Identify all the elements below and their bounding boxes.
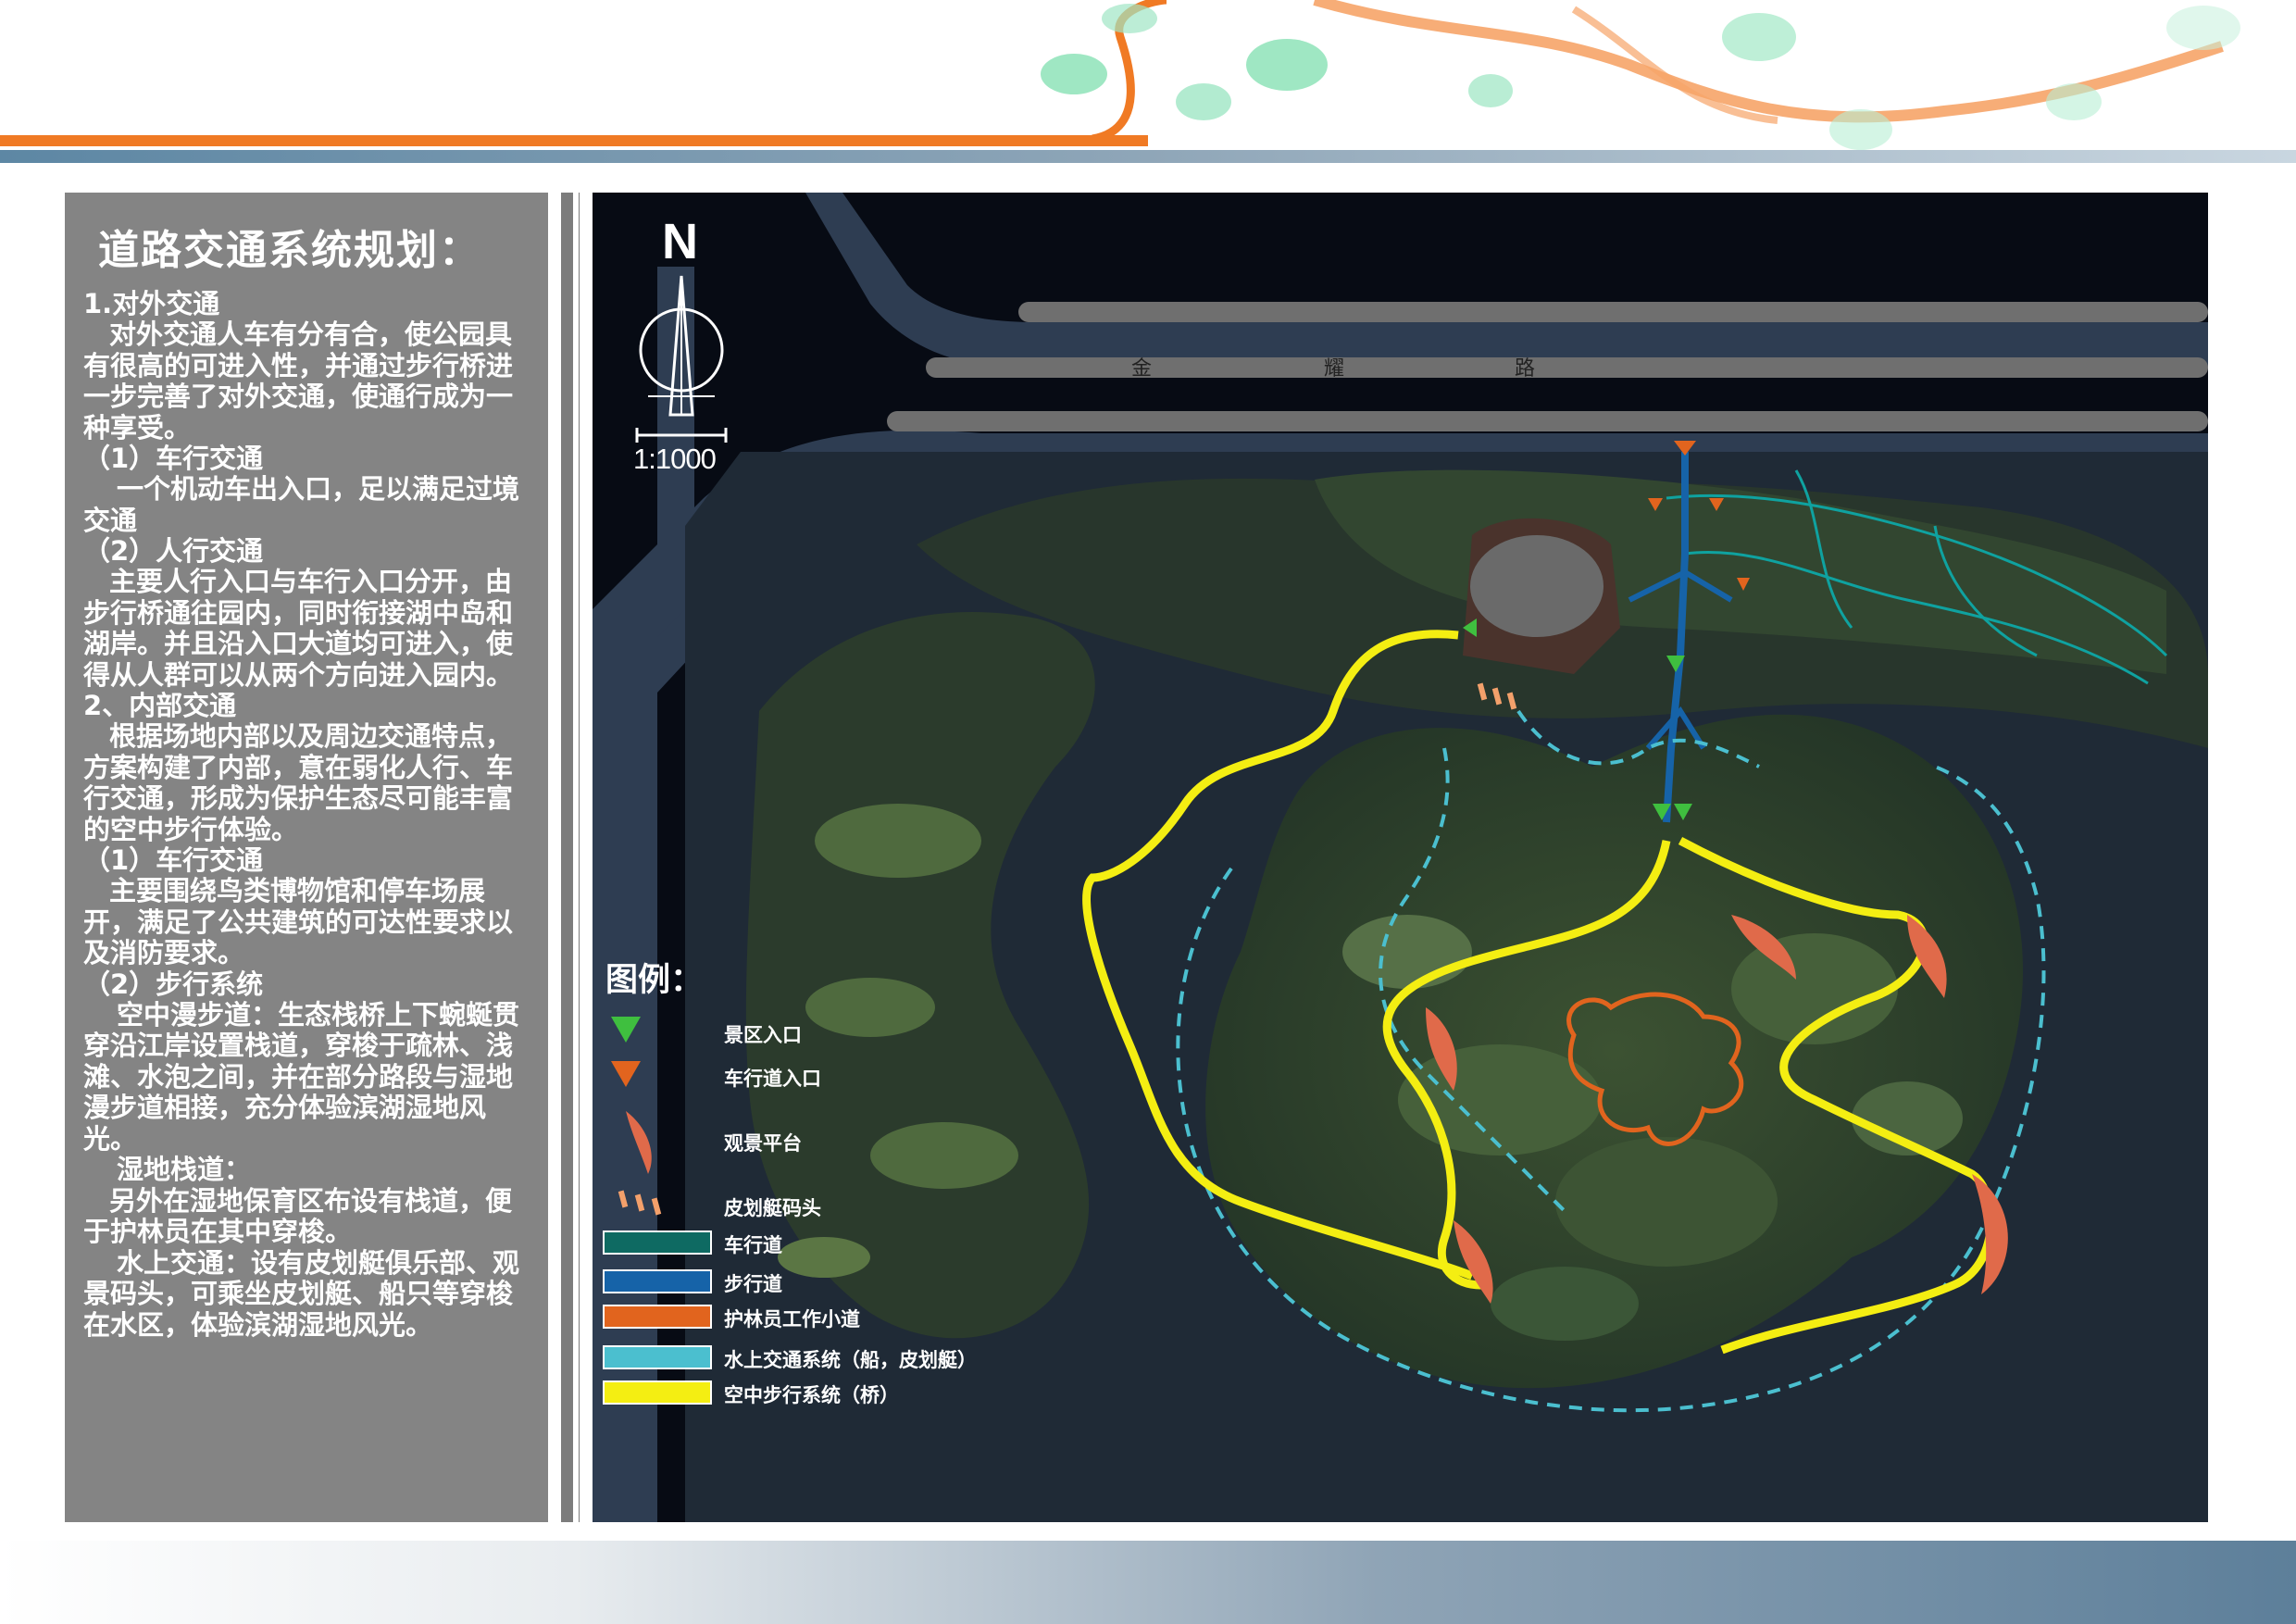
yellow-swatch	[603, 1380, 712, 1405]
paragraph: 湿地栈道：	[117, 1154, 252, 1185]
section-heading: （1）车行交通	[83, 844, 264, 876]
legend-label: 皮划艇码头	[724, 1197, 821, 1219]
paragraph: 对外交通人车有分有合，使公园具有很高的可进入性，并通过步行桥进一步完善了对外交通…	[83, 319, 514, 443]
section-heading: 2、内部交通	[83, 690, 237, 721]
road-name-char: 金	[1131, 357, 1153, 381]
cyan-swatch	[603, 1345, 712, 1369]
traffic-plan-map: N 1:1000 金 耀 路 图例： 景区入口 车行道入口 观景平台 皮划艇码头…	[593, 193, 2208, 1522]
blue-swatch	[603, 1269, 712, 1293]
description-body: 1.对外交通 对外交通人车有分有合，使公园具有很高的可进入性，并通过步行桥进一步完…	[83, 289, 535, 1341]
legend-label: 步行道	[724, 1273, 782, 1295]
road-name-char: 路	[1515, 357, 1536, 381]
orange-swatch	[603, 1305, 712, 1329]
legend-label: 车行道入口	[724, 1068, 821, 1090]
panel-title: 道路交通系统规划：	[98, 227, 481, 274]
legend-label: 水上交通系统（船，皮划艇）	[724, 1349, 977, 1371]
legend-title: 图例：	[605, 962, 704, 999]
paragraph: 空中漫步道：生态栈桥上下蜿蜒贯穿沿江岸设置栈道，穿梭于疏林、浅滩、水泡之间，并在…	[83, 998, 520, 1155]
scale-label: 1:1000	[633, 443, 717, 475]
road-name-char: 耀	[1324, 357, 1345, 381]
paragraph: 根据场地内部以及周边交通特点，方案构建了内部，意在弱化人行、车行交通，形成为保护…	[83, 720, 514, 845]
teal-swatch	[603, 1230, 712, 1255]
upper-road	[805, 193, 2208, 369]
section-heading: 1.对外交通	[83, 288, 220, 319]
road-lane-1	[1018, 302, 2208, 322]
road-lane-3	[887, 411, 2208, 431]
paragraph: 主要围绕鸟类博物馆和停车场展开，满足了公共建筑的可达性要求以及消防要求。	[83, 875, 514, 968]
paragraph: 主要人行入口与车行入口分开，由步行桥通往园内，同时衔接湖中岛和湖岸。并且沿入口大…	[83, 566, 514, 691]
section-heading: （1）车行交通	[83, 443, 264, 474]
paragraph: 另外在湿地保育区布设有栈道，便于护林员在其中穿梭。	[83, 1184, 513, 1247]
bottom-decorative-band	[0, 1541, 2296, 1624]
section-heading: （2）人行交通	[83, 535, 264, 567]
paragraph: 水上交通：设有皮划艇俱乐部、观景码头，可乘坐皮划艇、船只等穿梭在水区，体验滨湖湿…	[83, 1246, 520, 1341]
section-heading: （2）步行系统	[83, 968, 264, 1000]
legend-label: 车行道	[724, 1234, 782, 1256]
legend-label: 空中步行系统（桥）	[724, 1384, 899, 1406]
panel-divider	[561, 193, 580, 1522]
top-decorative-banner	[0, 0, 2296, 163]
road-lane-2	[926, 357, 2208, 378]
description-panel: 道路交通系统规划： 1.对外交通 对外交通人车有分有合，使公园具有很高的可进入性，…	[65, 193, 548, 1522]
legend-label: 景区入口	[724, 1024, 802, 1046]
legend-label: 护林员工作小道	[724, 1308, 860, 1330]
legend-label: 观景平台	[724, 1132, 802, 1155]
paragraph: 一个机动车出入口，足以满足过境交通	[83, 473, 520, 536]
north-label: N	[662, 214, 698, 269]
